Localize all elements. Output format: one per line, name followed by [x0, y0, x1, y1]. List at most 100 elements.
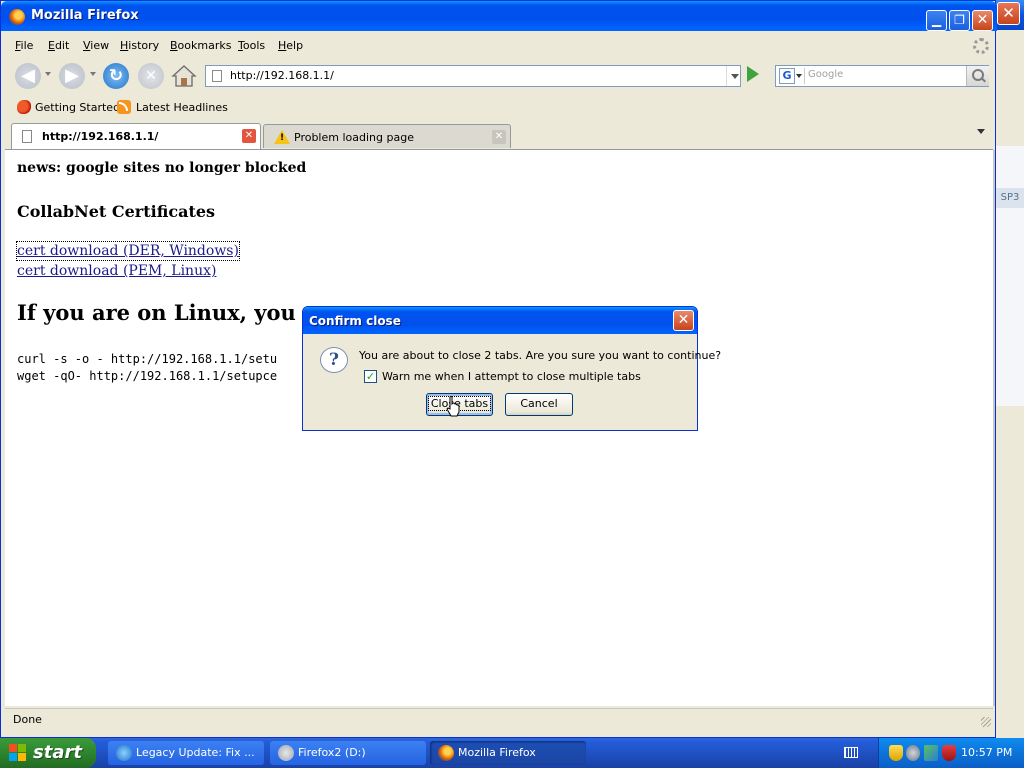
status-text: Done: [13, 713, 42, 726]
menu-file-label: ile: [20, 39, 34, 52]
minimize-button[interactable]: ▁: [926, 10, 947, 31]
windows-logo-icon: [9, 744, 27, 762]
firefox-icon: [9, 9, 25, 25]
tab-problem-loading[interactable]: ! Problem loading page ✕: [263, 124, 511, 148]
start-button[interactable]: start: [0, 738, 96, 768]
system-tray: 10:57 PM: [878, 738, 1024, 768]
dialog-title-bar[interactable]: Confirm close ✕: [303, 307, 697, 334]
search-bar: G Google: [775, 65, 989, 87]
url-history-dropdown-icon[interactable]: [726, 66, 741, 86]
tab-label: Problem loading page: [294, 131, 414, 144]
certificates-heading: CollabNet Certificates: [17, 202, 216, 221]
forward-history-dropdown-icon[interactable]: [90, 72, 96, 76]
update-icon[interactable]: [924, 745, 938, 761]
stop-button[interactable]: ✕: [138, 63, 164, 89]
menu-tools[interactable]: Tools: [238, 39, 265, 52]
tab-label: http://192.168.1.1/: [42, 130, 159, 143]
background-window-text: SP3: [996, 188, 1024, 208]
menu-history[interactable]: History: [120, 39, 159, 52]
menu-help[interactable]: Help: [278, 39, 303, 52]
taskbar: start Legacy Update: Fix ... Firefox2 (D…: [0, 738, 1024, 768]
keyboard-icon[interactable]: [844, 747, 858, 758]
reload-button[interactable]: ↻: [103, 63, 129, 89]
taskbar-item-legacy-update[interactable]: Legacy Update: Fix ...: [108, 741, 264, 765]
question-icon: ?: [320, 347, 348, 373]
taskbar-item-label: Firefox2 (D:): [298, 746, 366, 759]
menu-view-label: iew: [90, 39, 110, 52]
cancel-button[interactable]: Cancel: [505, 393, 573, 416]
tab-bar: http://192.168.1.1/ ✕ ! Problem loading …: [5, 121, 993, 150]
tab-current[interactable]: http://192.168.1.1/ ✕: [11, 123, 261, 149]
back-history-dropdown-icon[interactable]: [45, 72, 51, 76]
background-window-close-button[interactable]: ✕: [997, 2, 1020, 25]
status-bar: Done: [5, 708, 993, 731]
forward-button[interactable]: ▶: [59, 63, 85, 89]
bookmark-latest-headlines[interactable]: Latest Headlines: [136, 101, 228, 114]
tab-close-button[interactable]: ✕: [492, 130, 506, 144]
menu-help-label: elp: [286, 39, 304, 52]
maximize-button[interactable]: ❐: [949, 10, 970, 31]
internet-explorer-icon: [116, 745, 132, 761]
menu-bookmarks-label: ookmarks: [177, 39, 232, 52]
menu-edit-label: dit: [54, 39, 70, 52]
url-bar[interactable]: http://192.168.1.1/: [205, 65, 741, 87]
cert-download-der-link[interactable]: cert download (DER, Windows): [16, 241, 240, 261]
content-border: [993, 150, 995, 706]
mouse-cursor-icon: [446, 395, 460, 418]
warning-icon-mark: !: [280, 133, 285, 143]
dialog-close-button[interactable]: ✕: [673, 310, 694, 331]
resize-grip[interactable]: [981, 717, 991, 727]
url-input[interactable]: http://192.168.1.1/: [230, 69, 334, 82]
network-icon[interactable]: [906, 745, 920, 761]
title-bar[interactable]: Mozilla Firefox ▁ ❐ ✕: [1, 1, 997, 31]
home-icon: [171, 65, 197, 87]
page-icon: [212, 70, 222, 82]
alert-shield-icon[interactable]: [942, 745, 956, 761]
menu-history-label: istory: [128, 39, 160, 52]
chevron-down-icon: [796, 74, 802, 78]
bookmark-getting-started[interactable]: Getting Started: [35, 101, 120, 114]
taskbar-item-mozilla-firefox[interactable]: Mozilla Firefox: [430, 741, 586, 765]
taskbar-item-label: Mozilla Firefox: [458, 746, 536, 759]
linux-heading: If you are on Linux, you can: [17, 300, 345, 325]
navigation-toolbar: ◀ ▶ ↻ ✕ http://192.168.1.1/ G Google: [5, 59, 993, 95]
bookmarks-toolbar: Getting Started Latest Headlines: [5, 97, 993, 119]
search-icon[interactable]: [966, 66, 989, 86]
firefox-icon: [438, 745, 454, 761]
getting-started-icon: [17, 100, 31, 114]
security-shield-icon[interactable]: [889, 745, 903, 761]
close-button[interactable]: ✕: [972, 10, 993, 31]
background-window: ✕ SP3: [996, 0, 1024, 740]
menu-file[interactable]: File: [15, 39, 33, 52]
clock: 10:57 PM: [961, 746, 1013, 759]
tab-list-dropdown-icon[interactable]: [977, 129, 985, 134]
news-line: news: google sites no longer blocked: [17, 160, 307, 176]
window-title: Mozilla Firefox: [31, 8, 139, 23]
menu-bookmarks[interactable]: Bookmarks: [170, 39, 231, 52]
back-button[interactable]: ◀: [15, 63, 41, 89]
dialog-message: You are about to close 2 tabs. Are you s…: [359, 349, 722, 362]
go-button[interactable]: [747, 66, 759, 82]
dialog-title: Confirm close: [309, 314, 401, 328]
cert-download-pem-link[interactable]: cert download (PEM, Linux): [17, 262, 216, 280]
taskbar-item-label: Legacy Update: Fix ...: [136, 746, 255, 759]
search-input[interactable]: Google: [808, 69, 843, 80]
google-icon: G: [779, 68, 795, 84]
throbber-icon: [973, 38, 989, 54]
warn-checkbox[interactable]: ✓: [364, 370, 377, 383]
tab-close-button[interactable]: ✕: [242, 129, 256, 143]
search-engine-selector[interactable]: G: [778, 68, 805, 84]
menu-bar: File Edit View History Bookmarks Tools H…: [5, 35, 993, 57]
drive-icon: [278, 745, 294, 761]
curl-command: curl -s -o - http://192.168.1.1/setu: [17, 352, 278, 366]
background-window-pane: [996, 146, 1024, 406]
rss-feed-icon: [117, 100, 131, 114]
page-icon: [22, 130, 32, 143]
confirm-close-dialog: Confirm close ✕ ? You are about to close…: [302, 306, 721, 431]
menu-edit[interactable]: Edit: [48, 39, 69, 52]
menu-edit-accel: E: [48, 39, 55, 52]
taskbar-item-firefox2-drive[interactable]: Firefox2 (D:): [270, 741, 426, 765]
home-button[interactable]: [171, 63, 197, 89]
menu-view[interactable]: View: [83, 39, 109, 52]
warn-checkbox-label[interactable]: Warn me when I attempt to close multiple…: [382, 370, 641, 383]
